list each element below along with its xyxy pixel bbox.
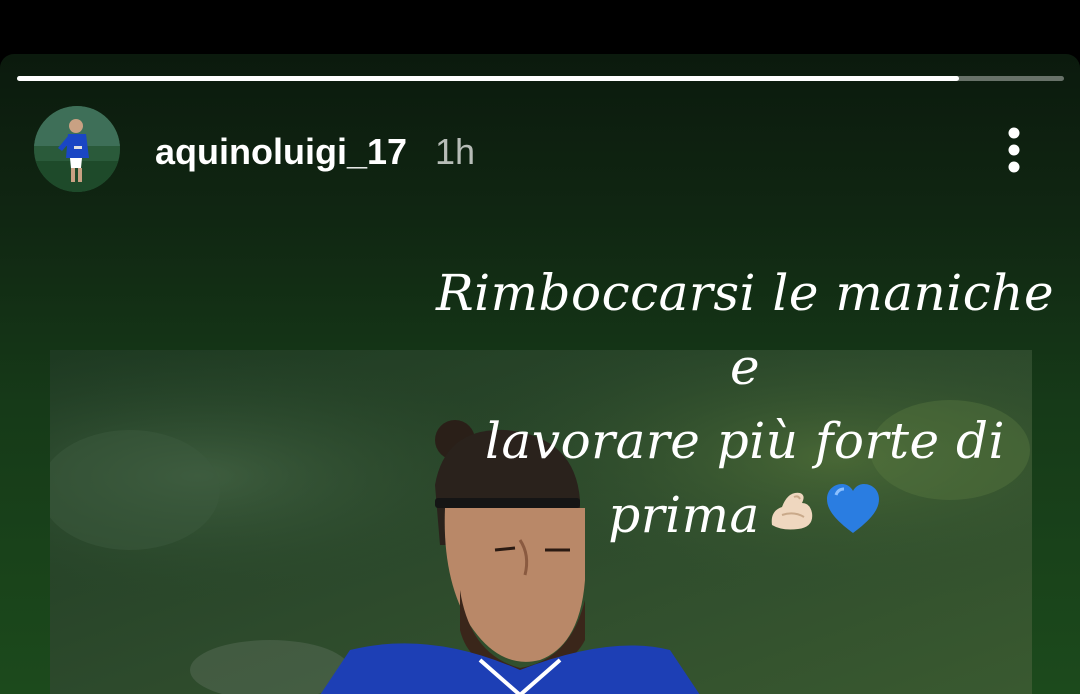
story-caption: Rimboccarsi le maniche e lavorare più fo… — [420, 256, 1070, 557]
story-progress-fill — [17, 76, 960, 81]
caption-line-with-emojis: prima — [420, 478, 1070, 557]
caption-line: Rimboccarsi le maniche e — [435, 264, 1055, 396]
story-viewer[interactable]: aquinoluigi_17 1h Rimboccarsi le maniche… — [0, 54, 1080, 694]
blue-heart-icon — [824, 481, 882, 557]
story-timestamp: 1h — [435, 131, 476, 172]
avatar[interactable] — [34, 106, 120, 192]
more-options-button[interactable] — [990, 124, 1038, 180]
username[interactable]: aquinoluigi_17 — [155, 132, 407, 172]
story-header: aquinoluigi_17 1h — [0, 104, 1080, 196]
more-vertical-icon — [1008, 127, 1020, 173]
caption-line: lavorare più forte di — [485, 412, 1005, 470]
flexed-biceps-icon — [764, 481, 820, 557]
caption-line: prima — [608, 486, 760, 544]
story-progress-bar — [17, 76, 1064, 81]
